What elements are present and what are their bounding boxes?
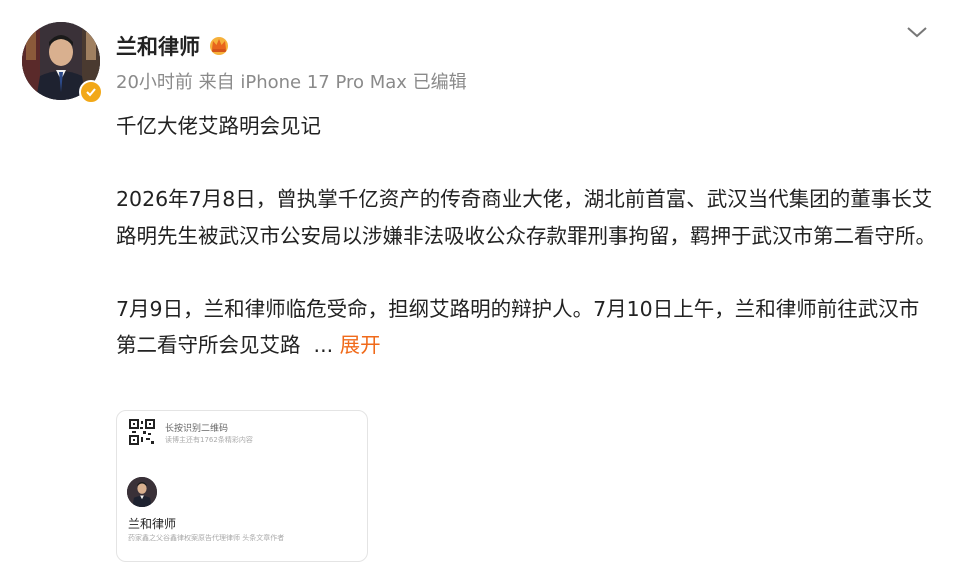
card-description: 药家鑫之父谷鑫律权案原告代理律师 头条文章作者 <box>128 534 285 542</box>
expand-link[interactable]: 展开 <box>340 333 381 357</box>
ellipsis: ... <box>313 333 334 357</box>
post-meta: 20小时前 来自 iPhone 17 Pro Max 已编辑 <box>116 72 467 93</box>
card-name: 兰和律师 <box>128 517 177 531</box>
post-paragraph-1: 2026年7月8日，曾执掌千亿资产的传奇商业大佬，湖北前首富、武汉当代集团的董事… <box>116 187 936 248</box>
post-title: 千亿大佬艾路明会见记 <box>116 114 321 138</box>
post-paragraph-2-text: 7月9日，兰和律师临危受命，担纲艾路明的辩护人。7月10日上午，兰和律师前往武汉… <box>116 296 920 358</box>
post-paragraph-2: 7月9日，兰和律师临危受命，担纲艾路明的辩护人。7月10日上午，兰和律师前往武汉… <box>116 291 936 364</box>
qr-title: 长按识别二维码 <box>165 424 229 434</box>
verified-badge-icon <box>79 80 103 104</box>
author-name[interactable]: 兰和律师 <box>116 31 200 61</box>
post-body: 千亿大佬艾路明会见记 2026年7月8日，曾执掌千亿资产的传奇商业大佬，湖北前首… <box>116 108 936 364</box>
qr-code-icon <box>129 419 155 445</box>
crown-icon <box>210 37 228 55</box>
card-avatar <box>127 477 157 507</box>
qr-subtitle: 读博主还有1762条精彩内容 <box>165 436 253 444</box>
share-card-image[interactable]: 长按识别二维码 读博主还有1762条精彩内容 兰和律师 药家鑫之父谷鑫律权案原告… <box>116 410 368 562</box>
chevron-down-icon[interactable] <box>905 24 929 40</box>
